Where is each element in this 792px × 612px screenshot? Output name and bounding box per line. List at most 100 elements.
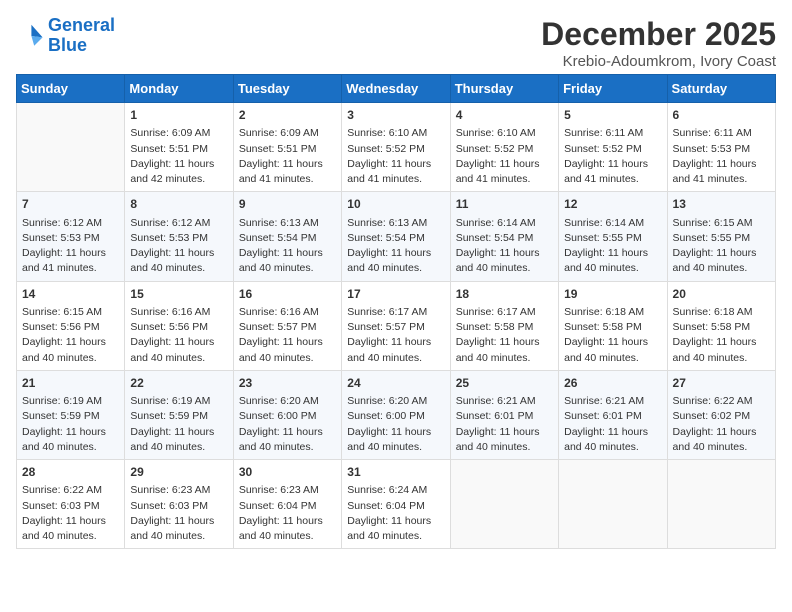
weekday-header: Tuesday bbox=[233, 75, 341, 103]
logo: General Blue bbox=[16, 16, 115, 56]
calendar-cell: 8 Sunrise: 6:12 AM Sunset: 5:53 PM Daylig… bbox=[125, 192, 233, 281]
day-number: 2 bbox=[239, 107, 336, 124]
day-info: Sunrise: 6:18 AM Sunset: 5:58 PM Dayligh… bbox=[564, 305, 661, 366]
day-number: 4 bbox=[456, 107, 553, 124]
page-header: General Blue December 2025 Krebio-Adoumk… bbox=[16, 16, 776, 70]
calendar-cell: 24 Sunrise: 6:20 AM Sunset: 6:00 PM Dayli… bbox=[342, 370, 450, 459]
calendar-cell bbox=[450, 460, 558, 549]
calendar-cell: 16Sunrise: 6:16 AM Sunset: 5:57 PM Dayli… bbox=[233, 281, 341, 370]
calendar-cell bbox=[17, 103, 125, 192]
day-number: 1 bbox=[130, 107, 227, 124]
calendar-week-row: 21Sunrise: 6:19 AM Sunset: 5:59 PM Dayli… bbox=[17, 370, 776, 459]
day-info: Sunrise: 6:13 AM Sunset: 5:54 PM Dayligh… bbox=[347, 216, 444, 277]
calendar-cell: 1 Sunrise: 6:09 AM Sunset: 5:51 PM Daylig… bbox=[125, 103, 233, 192]
day-number: 6 bbox=[673, 107, 770, 124]
calendar-week-row: 1 Sunrise: 6:09 AM Sunset: 5:51 PM Daylig… bbox=[17, 103, 776, 192]
day-info: Sunrise: 6:11 AM Sunset: 5:52 PM Dayligh… bbox=[564, 126, 661, 187]
day-info: Sunrise: 6:19 AM Sunset: 5:59 PM Dayligh… bbox=[130, 394, 227, 455]
day-info: Sunrise: 6:11 AM Sunset: 5:53 PM Dayligh… bbox=[673, 126, 770, 187]
day-number: 3 bbox=[347, 107, 444, 124]
calendar-cell: 2 Sunrise: 6:09 AM Sunset: 5:51 PM Daylig… bbox=[233, 103, 341, 192]
day-info: Sunrise: 6:16 AM Sunset: 5:56 PM Dayligh… bbox=[130, 305, 227, 366]
calendar-body: 1 Sunrise: 6:09 AM Sunset: 5:51 PM Daylig… bbox=[17, 103, 776, 549]
day-info: Sunrise: 6:20 AM Sunset: 6:00 PM Dayligh… bbox=[239, 394, 336, 455]
day-number: 7 bbox=[22, 196, 119, 213]
calendar-cell: 19 Sunrise: 6:18 AM Sunset: 5:58 PM Dayli… bbox=[559, 281, 667, 370]
calendar-cell: 10 Sunrise: 6:13 AM Sunset: 5:54 PM Dayli… bbox=[342, 192, 450, 281]
day-number: 20 bbox=[673, 286, 770, 303]
day-number: 31 bbox=[347, 464, 444, 481]
calendar-cell bbox=[559, 460, 667, 549]
day-info: Sunrise: 6:10 AM Sunset: 5:52 PM Dayligh… bbox=[456, 126, 553, 187]
calendar-cell: 31 Sunrise: 6:24 AM Sunset: 6:04 PM Dayli… bbox=[342, 460, 450, 549]
day-info: Sunrise: 6:18 AM Sunset: 5:58 PM Dayligh… bbox=[673, 305, 770, 366]
day-number: 28 bbox=[22, 464, 119, 481]
calendar-cell: 9 Sunrise: 6:13 AM Sunset: 5:54 PM Daylig… bbox=[233, 192, 341, 281]
weekday-header: Monday bbox=[125, 75, 233, 103]
calendar-week-row: 28 Sunrise: 6:22 AM Sunset: 6:03 PM Dayli… bbox=[17, 460, 776, 549]
day-info: Sunrise: 6:14 AM Sunset: 5:55 PM Dayligh… bbox=[564, 216, 661, 277]
calendar-cell: 23 Sunrise: 6:20 AM Sunset: 6:00 PM Dayli… bbox=[233, 370, 341, 459]
calendar-cell: 21Sunrise: 6:19 AM Sunset: 5:59 PM Dayli… bbox=[17, 370, 125, 459]
calendar-cell bbox=[667, 460, 775, 549]
logo-text: General Blue bbox=[48, 16, 115, 56]
day-info: Sunrise: 6:09 AM Sunset: 5:51 PM Dayligh… bbox=[239, 126, 336, 187]
day-number: 15 bbox=[130, 286, 227, 303]
calendar-cell: 13Sunrise: 6:15 AM Sunset: 5:55 PM Dayli… bbox=[667, 192, 775, 281]
day-number: 18 bbox=[456, 286, 553, 303]
day-info: Sunrise: 6:23 AM Sunset: 6:03 PM Dayligh… bbox=[130, 483, 227, 544]
month-title: December 2025 bbox=[541, 16, 776, 53]
calendar-cell: 22Sunrise: 6:19 AM Sunset: 5:59 PM Dayli… bbox=[125, 370, 233, 459]
day-info: Sunrise: 6:21 AM Sunset: 6:01 PM Dayligh… bbox=[456, 394, 553, 455]
day-number: 5 bbox=[564, 107, 661, 124]
day-info: Sunrise: 6:16 AM Sunset: 5:57 PM Dayligh… bbox=[239, 305, 336, 366]
weekday-header: Saturday bbox=[667, 75, 775, 103]
calendar-table: SundayMondayTuesdayWednesdayThursdayFrid… bbox=[16, 74, 776, 549]
calendar-cell: 29 Sunrise: 6:23 AM Sunset: 6:03 PM Dayli… bbox=[125, 460, 233, 549]
day-number: 23 bbox=[239, 375, 336, 392]
calendar-cell: 6 Sunrise: 6:11 AM Sunset: 5:53 PM Daylig… bbox=[667, 103, 775, 192]
calendar-header-row: SundayMondayTuesdayWednesdayThursdayFrid… bbox=[17, 75, 776, 103]
day-info: Sunrise: 6:23 AM Sunset: 6:04 PM Dayligh… bbox=[239, 483, 336, 544]
day-info: Sunrise: 6:20 AM Sunset: 6:00 PM Dayligh… bbox=[347, 394, 444, 455]
day-number: 27 bbox=[673, 375, 770, 392]
day-info: Sunrise: 6:09 AM Sunset: 5:51 PM Dayligh… bbox=[130, 126, 227, 187]
calendar-cell: 15 Sunrise: 6:16 AM Sunset: 5:56 PM Dayli… bbox=[125, 281, 233, 370]
calendar-cell: 20 Sunrise: 6:18 AM Sunset: 5:58 PM Dayli… bbox=[667, 281, 775, 370]
calendar-cell: 30Sunrise: 6:23 AM Sunset: 6:04 PM Dayli… bbox=[233, 460, 341, 549]
day-number: 9 bbox=[239, 196, 336, 213]
day-info: Sunrise: 6:12 AM Sunset: 5:53 PM Dayligh… bbox=[130, 216, 227, 277]
location: Krebio-Adoumkrom, Ivory Coast bbox=[541, 53, 776, 70]
day-number: 19 bbox=[564, 286, 661, 303]
day-info: Sunrise: 6:13 AM Sunset: 5:54 PM Dayligh… bbox=[239, 216, 336, 277]
day-number: 8 bbox=[130, 196, 227, 213]
calendar-week-row: 14Sunrise: 6:15 AM Sunset: 5:56 PM Dayli… bbox=[17, 281, 776, 370]
calendar-cell: 12 Sunrise: 6:14 AM Sunset: 5:55 PM Dayli… bbox=[559, 192, 667, 281]
weekday-header: Friday bbox=[559, 75, 667, 103]
day-number: 29 bbox=[130, 464, 227, 481]
calendar-cell: 3 Sunrise: 6:10 AM Sunset: 5:52 PM Daylig… bbox=[342, 103, 450, 192]
day-number: 12 bbox=[564, 196, 661, 213]
day-info: Sunrise: 6:22 AM Sunset: 6:02 PM Dayligh… bbox=[673, 394, 770, 455]
day-number: 25 bbox=[456, 375, 553, 392]
calendar-cell: 5 Sunrise: 6:11 AM Sunset: 5:52 PM Daylig… bbox=[559, 103, 667, 192]
calendar-week-row: 7 Sunrise: 6:12 AM Sunset: 5:53 PM Daylig… bbox=[17, 192, 776, 281]
day-info: Sunrise: 6:24 AM Sunset: 6:04 PM Dayligh… bbox=[347, 483, 444, 544]
weekday-header: Thursday bbox=[450, 75, 558, 103]
day-info: Sunrise: 6:22 AM Sunset: 6:03 PM Dayligh… bbox=[22, 483, 119, 544]
calendar-cell: 27 Sunrise: 6:22 AM Sunset: 6:02 PM Dayli… bbox=[667, 370, 775, 459]
day-info: Sunrise: 6:21 AM Sunset: 6:01 PM Dayligh… bbox=[564, 394, 661, 455]
day-info: Sunrise: 6:19 AM Sunset: 5:59 PM Dayligh… bbox=[22, 394, 119, 455]
calendar-cell: 26 Sunrise: 6:21 AM Sunset: 6:01 PM Dayli… bbox=[559, 370, 667, 459]
day-number: 24 bbox=[347, 375, 444, 392]
day-info: Sunrise: 6:14 AM Sunset: 5:54 PM Dayligh… bbox=[456, 216, 553, 277]
day-info: Sunrise: 6:12 AM Sunset: 5:53 PM Dayligh… bbox=[22, 216, 119, 277]
logo-icon bbox=[16, 22, 44, 50]
day-info: Sunrise: 6:17 AM Sunset: 5:57 PM Dayligh… bbox=[347, 305, 444, 366]
calendar-cell: 25 Sunrise: 6:21 AM Sunset: 6:01 PM Dayli… bbox=[450, 370, 558, 459]
day-info: Sunrise: 6:10 AM Sunset: 5:52 PM Dayligh… bbox=[347, 126, 444, 187]
day-number: 10 bbox=[347, 196, 444, 213]
day-number: 26 bbox=[564, 375, 661, 392]
day-number: 13 bbox=[673, 196, 770, 213]
weekday-header: Wednesday bbox=[342, 75, 450, 103]
